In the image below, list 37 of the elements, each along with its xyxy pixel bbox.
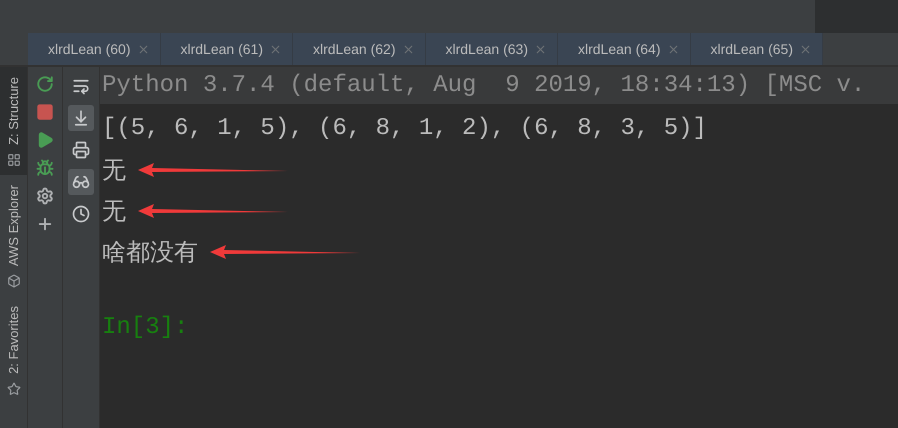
side-tab[interactable]: 2: Favorites <box>0 296 27 404</box>
close-icon[interactable] <box>799 42 812 56</box>
history-icon <box>72 205 90 223</box>
scroll-to-end-icon <box>72 109 90 127</box>
bug-icon[interactable] <box>36 159 54 177</box>
editor-tab[interactable]: xlrdLean (61) <box>160 33 293 65</box>
console-output: 无 <box>102 158 126 186</box>
cube-icon <box>6 274 20 288</box>
glasses-icon <box>72 173 90 191</box>
editor-tab[interactable]: xlrdLean (63) <box>426 33 558 65</box>
editor-tab[interactable]: xlrdLean (62) <box>293 33 426 65</box>
print-icon <box>72 141 90 159</box>
side-tab[interactable]: Z: Structure <box>0 67 27 175</box>
plus-icon[interactable] <box>36 215 54 233</box>
close-icon[interactable] <box>402 42 414 56</box>
settings-icon[interactable] <box>36 187 54 205</box>
side-tab[interactable]: AWS Explorer <box>0 174 27 296</box>
scroll-to-end-button[interactable] <box>68 105 94 131</box>
editor-tab[interactable]: xlrdLean (64) <box>558 33 690 65</box>
console-output: 啥都没有 <box>102 239 198 268</box>
editor-tab[interactable]: xlrdLean (60) <box>28 33 160 65</box>
stop-icon[interactable] <box>36 103 54 121</box>
close-icon[interactable] <box>269 42 282 56</box>
glasses-button[interactable] <box>68 169 94 195</box>
close-icon[interactable] <box>136 42 150 56</box>
console-output: [(5, 6, 1, 5), (6, 8, 1, 2), (6, 8, 3, 5)] <box>102 115 707 142</box>
star-icon <box>6 382 20 396</box>
close-icon[interactable] <box>534 42 547 56</box>
console-output: 无 <box>102 198 126 226</box>
soft-wrap-icon <box>72 77 90 95</box>
close-icon[interactable] <box>666 42 680 56</box>
structure-icon <box>6 152 20 167</box>
rerun-icon[interactable] <box>36 75 54 93</box>
console-header: Python 3.7.4 (default, Aug 9 2019, 18:34:13) [MSC v. <box>100 67 898 104</box>
editor-tab[interactable]: xlrdLean (65) <box>690 33 823 65</box>
console-prompt: In[3]: <box>102 314 190 341</box>
run-icon[interactable] <box>36 131 54 149</box>
